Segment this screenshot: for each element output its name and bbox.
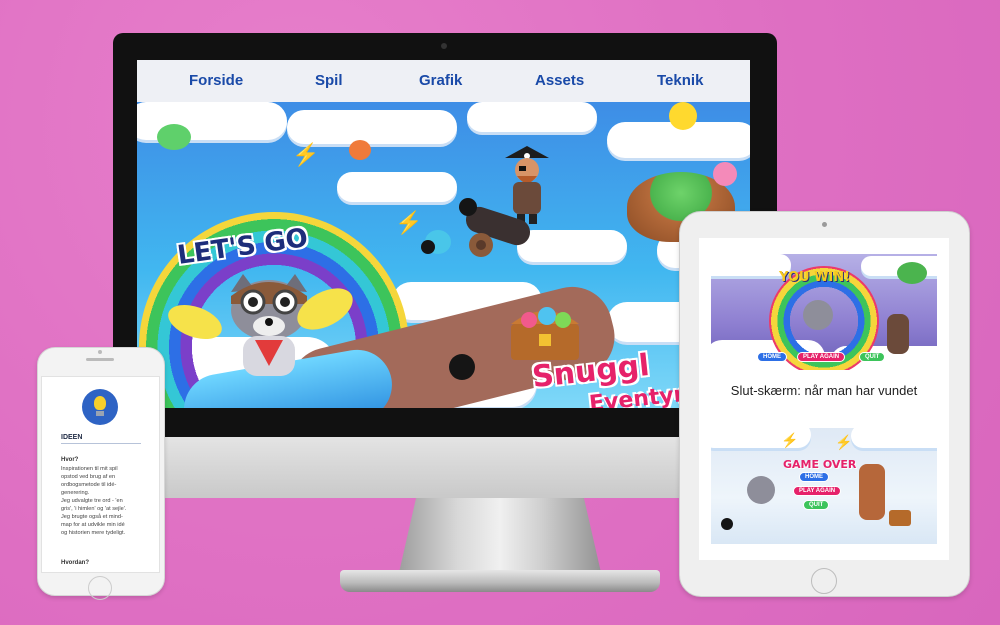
tree-icon: [349, 140, 371, 160]
win-screen-image: YOU WIN! HOME PLAY AGAIN QUIT: [711, 254, 937, 370]
cloud: [287, 110, 457, 144]
paragraph-line: og historien mere tydeligt.: [61, 530, 126, 536]
lightning-icon: ⚡: [781, 432, 799, 448]
paragraph-line: Jeg udvalgte tre ord - 'en: [61, 498, 123, 504]
lightning-icon: ⚡: [835, 434, 853, 450]
main-nav: Forside Spil Grafik Assets Teknik: [137, 60, 750, 102]
play-again-button[interactable]: PLAY AGAIN: [793, 486, 842, 496]
paragraph-line: map for at udvikle min idé: [61, 522, 125, 528]
screenshot-caption: Slut-skærm: når man har vundet: [730, 383, 918, 398]
section-heading: IDEEN: [61, 434, 83, 441]
bomb-icon: [459, 198, 477, 216]
treasure-chest-icon: [511, 307, 579, 360]
game-over-screen-image: ⚡ ⚡ GAME OVER HOME PLAY AGAIN QUIT: [711, 428, 937, 544]
mobile-website: IDEEN Hvor? Inspirationen til mit spil o…: [41, 376, 160, 573]
imac-stand-base: [340, 570, 660, 592]
tree-icon: [157, 124, 191, 150]
lightning-icon: ⚡: [395, 210, 423, 235]
paragraph-line: opstod ved brug af en: [61, 474, 116, 480]
sun-icon: [669, 102, 697, 130]
bomb-icon: [721, 518, 733, 530]
lollipop-icon: [713, 162, 737, 186]
ipad-camera: [822, 222, 827, 227]
ipad-home-button: [811, 568, 837, 594]
iphone-camera: [98, 350, 102, 354]
cloud: [337, 172, 457, 202]
nav-spil[interactable]: Spil: [315, 72, 343, 89]
cloud: [851, 428, 937, 448]
treasure-chest-icon: [889, 510, 911, 526]
pirate-character: [859, 464, 885, 520]
nav-teknik[interactable]: Teknik: [657, 72, 703, 89]
nav-forside[interactable]: Forside: [189, 72, 243, 89]
raccoon-character: [803, 300, 833, 330]
candy-island: [897, 262, 927, 284]
lightbulb-icon: [82, 389, 118, 425]
play-again-button[interactable]: PLAY AGAIN: [797, 352, 846, 362]
quit-button[interactable]: QUIT: [859, 352, 886, 362]
paragraph-line: ordbogsmetode til idé-: [61, 482, 117, 488]
iphone-home-button: [88, 576, 112, 600]
nav-assets[interactable]: Assets: [535, 72, 584, 89]
raccoon-character: [747, 476, 775, 504]
paragraph-line: Jeg brugte også et mind-: [61, 514, 123, 520]
paragraph-line: generering.: [61, 490, 90, 496]
lightning-icon: ⚡: [292, 142, 320, 167]
home-button[interactable]: HOME: [799, 472, 829, 482]
nav-grafik[interactable]: Grafik: [419, 72, 462, 89]
paragraph-line: gris', 'i himlen' og 'at sejle'.: [61, 506, 127, 512]
desktop-website: Forside Spil Grafik Assets Teknik LET'S …: [137, 60, 750, 408]
divider: [61, 443, 141, 444]
question-heading: Hvordan?: [61, 560, 90, 566]
bomb-icon: [449, 354, 475, 380]
hero-banner: LET'S GO ⚡ ⚡ Snuggl Eventyr: [137, 102, 750, 408]
paragraph-line: Inspirationen til mit spil: [61, 466, 118, 472]
home-button[interactable]: HOME: [757, 352, 787, 362]
bomb-icon: [421, 240, 435, 254]
quit-button[interactable]: QUIT: [803, 500, 830, 510]
imac-chin: [113, 436, 777, 498]
iphone-speaker: [86, 358, 114, 361]
cloud: [467, 102, 597, 132]
question-heading: Hvor?: [61, 457, 79, 463]
game-over-title: GAME OVER: [783, 458, 857, 471]
you-win-title: YOU WIN!: [779, 270, 851, 285]
camera-icon: [441, 43, 447, 49]
tablet-website: YOU WIN! HOME PLAY AGAIN QUIT Slut-skærm…: [699, 238, 949, 560]
pirate-character: [887, 314, 909, 354]
